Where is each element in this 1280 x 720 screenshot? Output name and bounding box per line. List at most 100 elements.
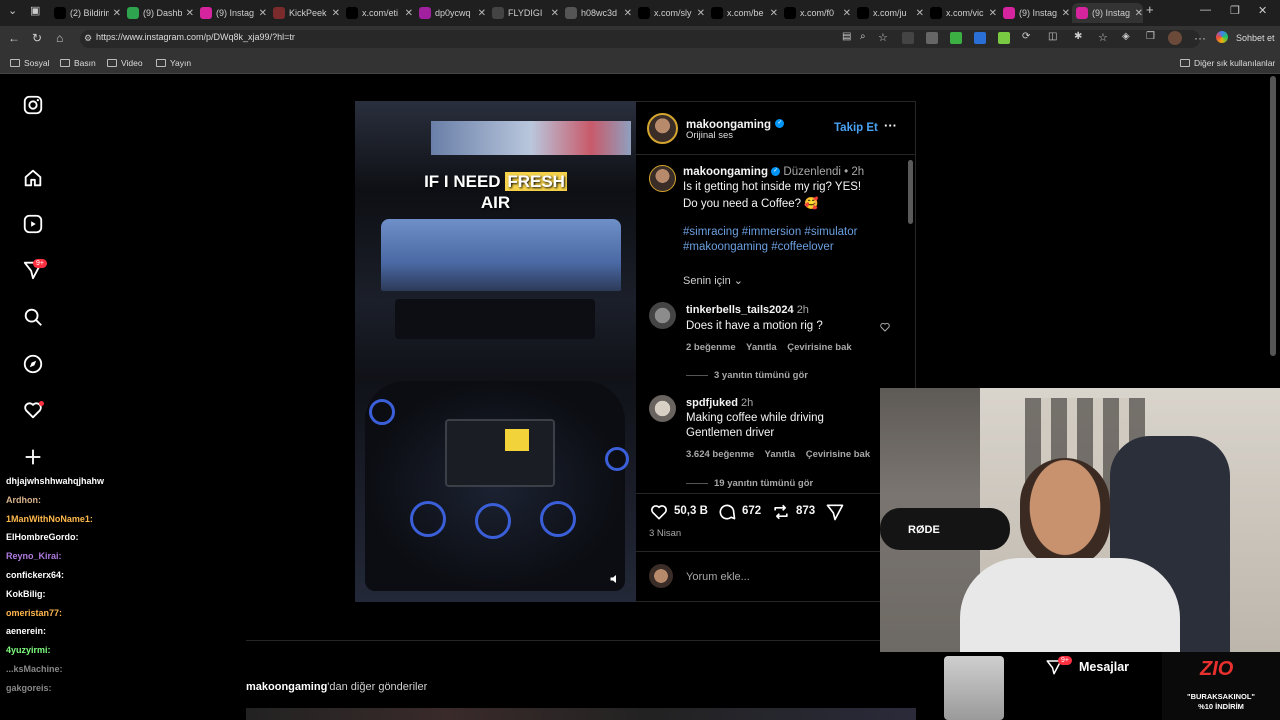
bookmark-sosyal[interactable]: Sosyal <box>10 58 50 68</box>
follow-button[interactable]: Takip Et <box>834 122 878 134</box>
browser-tab[interactable]: x.com/eti ✕ <box>342 3 413 23</box>
reels-icon[interactable] <box>22 213 44 235</box>
repost-icon[interactable] <box>771 502 791 522</box>
close-tab-icon[interactable]: ✕ <box>405 8 413 19</box>
translate-icon[interactable] <box>974 32 986 44</box>
url-text[interactable]: https://www.instagram.com/p/DWq8k_xja99/… <box>96 32 295 42</box>
for-you-dropdown[interactable]: Senin için ⌄ <box>683 274 743 287</box>
collections-icon[interactable]: ❒ <box>1146 31 1155 42</box>
copilot-icon[interactable] <box>1216 31 1228 43</box>
profile-avatar[interactable] <box>1168 31 1182 45</box>
reply-button[interactable]: Yanıtla <box>746 342 777 353</box>
refresh-ext-icon[interactable]: ⟳ <box>1022 31 1030 42</box>
browser-tab[interactable]: KickPeek ✕ <box>269 3 340 23</box>
browser-tab[interactable]: (9) Instag ✕ <box>196 3 267 23</box>
browser-tab[interactable]: x.com/ju ✕ <box>853 3 924 23</box>
like-count[interactable]: 50,3 B <box>674 505 708 517</box>
browser-tab[interactable]: dp0ycwq ✕ <box>415 3 486 23</box>
close-tab-icon[interactable]: ✕ <box>259 8 267 19</box>
post-video[interactable]: IF I NEED FRESH AIR <box>355 101 636 602</box>
extension-icon[interactable] <box>998 32 1010 44</box>
menu-dots-icon[interactable]: ··· <box>1194 31 1206 45</box>
comment-icon[interactable] <box>717 502 737 522</box>
author-avatar[interactable] <box>647 113 678 144</box>
minimize-icon[interactable]: — <box>1200 4 1211 16</box>
close-tab-icon[interactable]: ✕ <box>1062 8 1070 19</box>
share-icon[interactable] <box>825 502 845 522</box>
close-tab-icon[interactable]: ✕ <box>113 8 121 19</box>
page-scrollbar[interactable] <box>1270 76 1276 356</box>
close-tab-icon[interactable]: ✕ <box>916 8 924 19</box>
view-replies-button[interactable]: 19 yanıtın tümünü gör <box>714 478 813 489</box>
reply-button[interactable]: Yanıtla <box>765 449 796 460</box>
explore-icon[interactable] <box>22 353 44 375</box>
close-tab-icon[interactable]: ✕ <box>624 8 632 19</box>
extensions-icon[interactable]: ✱ <box>1074 31 1082 42</box>
comments-scrollbar[interactable] <box>908 160 913 224</box>
audio-label[interactable]: Orijinal ses <box>686 130 733 141</box>
home-icon[interactable]: ⌂ <box>56 31 63 45</box>
close-window-icon[interactable]: ✕ <box>1258 4 1267 17</box>
new-tab-button[interactable]: + <box>1146 2 1154 17</box>
close-tab-icon[interactable]: ✕ <box>697 8 705 19</box>
comment-count[interactable]: 672 <box>742 505 761 517</box>
close-tab-icon[interactable]: ✕ <box>770 8 778 19</box>
close-tab-icon[interactable]: ✕ <box>989 8 997 19</box>
like-icon[interactable] <box>649 502 669 522</box>
favorites-icon[interactable]: ☆ <box>1098 31 1108 44</box>
chat-button[interactable]: Sohbet et <box>1236 33 1275 43</box>
extension-icon[interactable] <box>902 32 914 44</box>
bookmark-basin[interactable]: Basın <box>60 58 96 68</box>
browser-tab[interactable]: (9) Instag ✕ <box>999 3 1070 23</box>
tab-share-icon[interactable]: ▤ <box>842 31 851 42</box>
browser-tab[interactable]: x.com/be ✕ <box>707 3 778 23</box>
comment-likes[interactable]: 2 beğenme <box>686 342 736 353</box>
more-options-icon[interactable]: ··· <box>884 118 897 133</box>
site-info-icon[interactable]: ⚙ <box>84 33 92 44</box>
hashtags[interactable]: #simracing #immersion #simulator <box>683 226 857 238</box>
close-tab-icon[interactable]: ✕ <box>843 8 851 19</box>
comment-avatar[interactable] <box>649 395 676 422</box>
create-icon[interactable] <box>22 446 44 468</box>
instagram-logo-icon[interactable] <box>22 94 44 116</box>
back-icon[interactable]: ← <box>8 31 20 45</box>
caption-avatar[interactable] <box>649 165 676 192</box>
close-tab-icon[interactable]: ✕ <box>1135 8 1143 19</box>
mute-icon[interactable] <box>609 573 621 585</box>
home-icon[interactable] <box>22 167 44 189</box>
translate-button[interactable]: Çevirisine bak <box>806 449 870 460</box>
shield-icon[interactable]: ◈ <box>1122 31 1130 42</box>
bookmark-yayin[interactable]: Yayın <box>156 58 191 68</box>
view-replies-button[interactable]: 3 yanıtın tümünü gör <box>714 370 808 381</box>
close-tab-icon[interactable]: ✕ <box>551 8 559 19</box>
search-icon[interactable] <box>22 306 44 328</box>
reload-icon[interactable]: ↻ <box>32 31 42 45</box>
bookmark-star-icon[interactable]: ☆ <box>878 31 888 44</box>
tab-search-icon[interactable]: ⌄ <box>8 4 17 17</box>
restore-icon[interactable]: ❐ <box>1230 4 1240 17</box>
browser-tab[interactable]: (2) Bildirim ✕ <box>50 3 121 23</box>
comment-user[interactable]: spdfjuked <box>686 397 738 409</box>
workspace-icon[interactable]: ▣ <box>30 4 40 17</box>
hashtags[interactable]: #makoongaming #coffeelover <box>683 241 834 253</box>
other-bookmarks[interactable]: Diğer sık kullanılanlar <box>1180 58 1275 68</box>
browser-tab[interactable]: h08wc3d ✕ <box>561 3 632 23</box>
close-tab-icon[interactable]: ✕ <box>478 8 486 19</box>
extension-icon[interactable] <box>950 32 962 44</box>
bookmark-video[interactable]: Video <box>107 58 143 68</box>
browser-tab[interactable]: x.com/vic ✕ <box>926 3 997 23</box>
close-tab-icon[interactable]: ✕ <box>186 8 194 19</box>
comment-avatar[interactable] <box>649 302 676 329</box>
repost-count[interactable]: 873 <box>796 505 815 517</box>
caption-author[interactable]: makoongaming <box>683 166 768 178</box>
browser-tab[interactable]: (9) Dashb ✕ <box>123 3 194 23</box>
browser-tab[interactable]: FLYDIGI ✕ <box>488 3 559 23</box>
more-posts-thumbnails[interactable] <box>246 708 916 720</box>
messages-button[interactable]: Mesajlar <box>1079 660 1129 674</box>
like-comment-icon[interactable] <box>879 321 891 333</box>
close-tab-icon[interactable]: ✕ <box>332 8 340 19</box>
extension-icon[interactable] <box>926 32 938 44</box>
comment-likes[interactable]: 3.624 beğenme <box>686 449 754 460</box>
translate-button[interactable]: Çevirisine bak <box>787 342 851 353</box>
comment-user[interactable]: tinkerbells_tails2024 <box>686 304 794 316</box>
